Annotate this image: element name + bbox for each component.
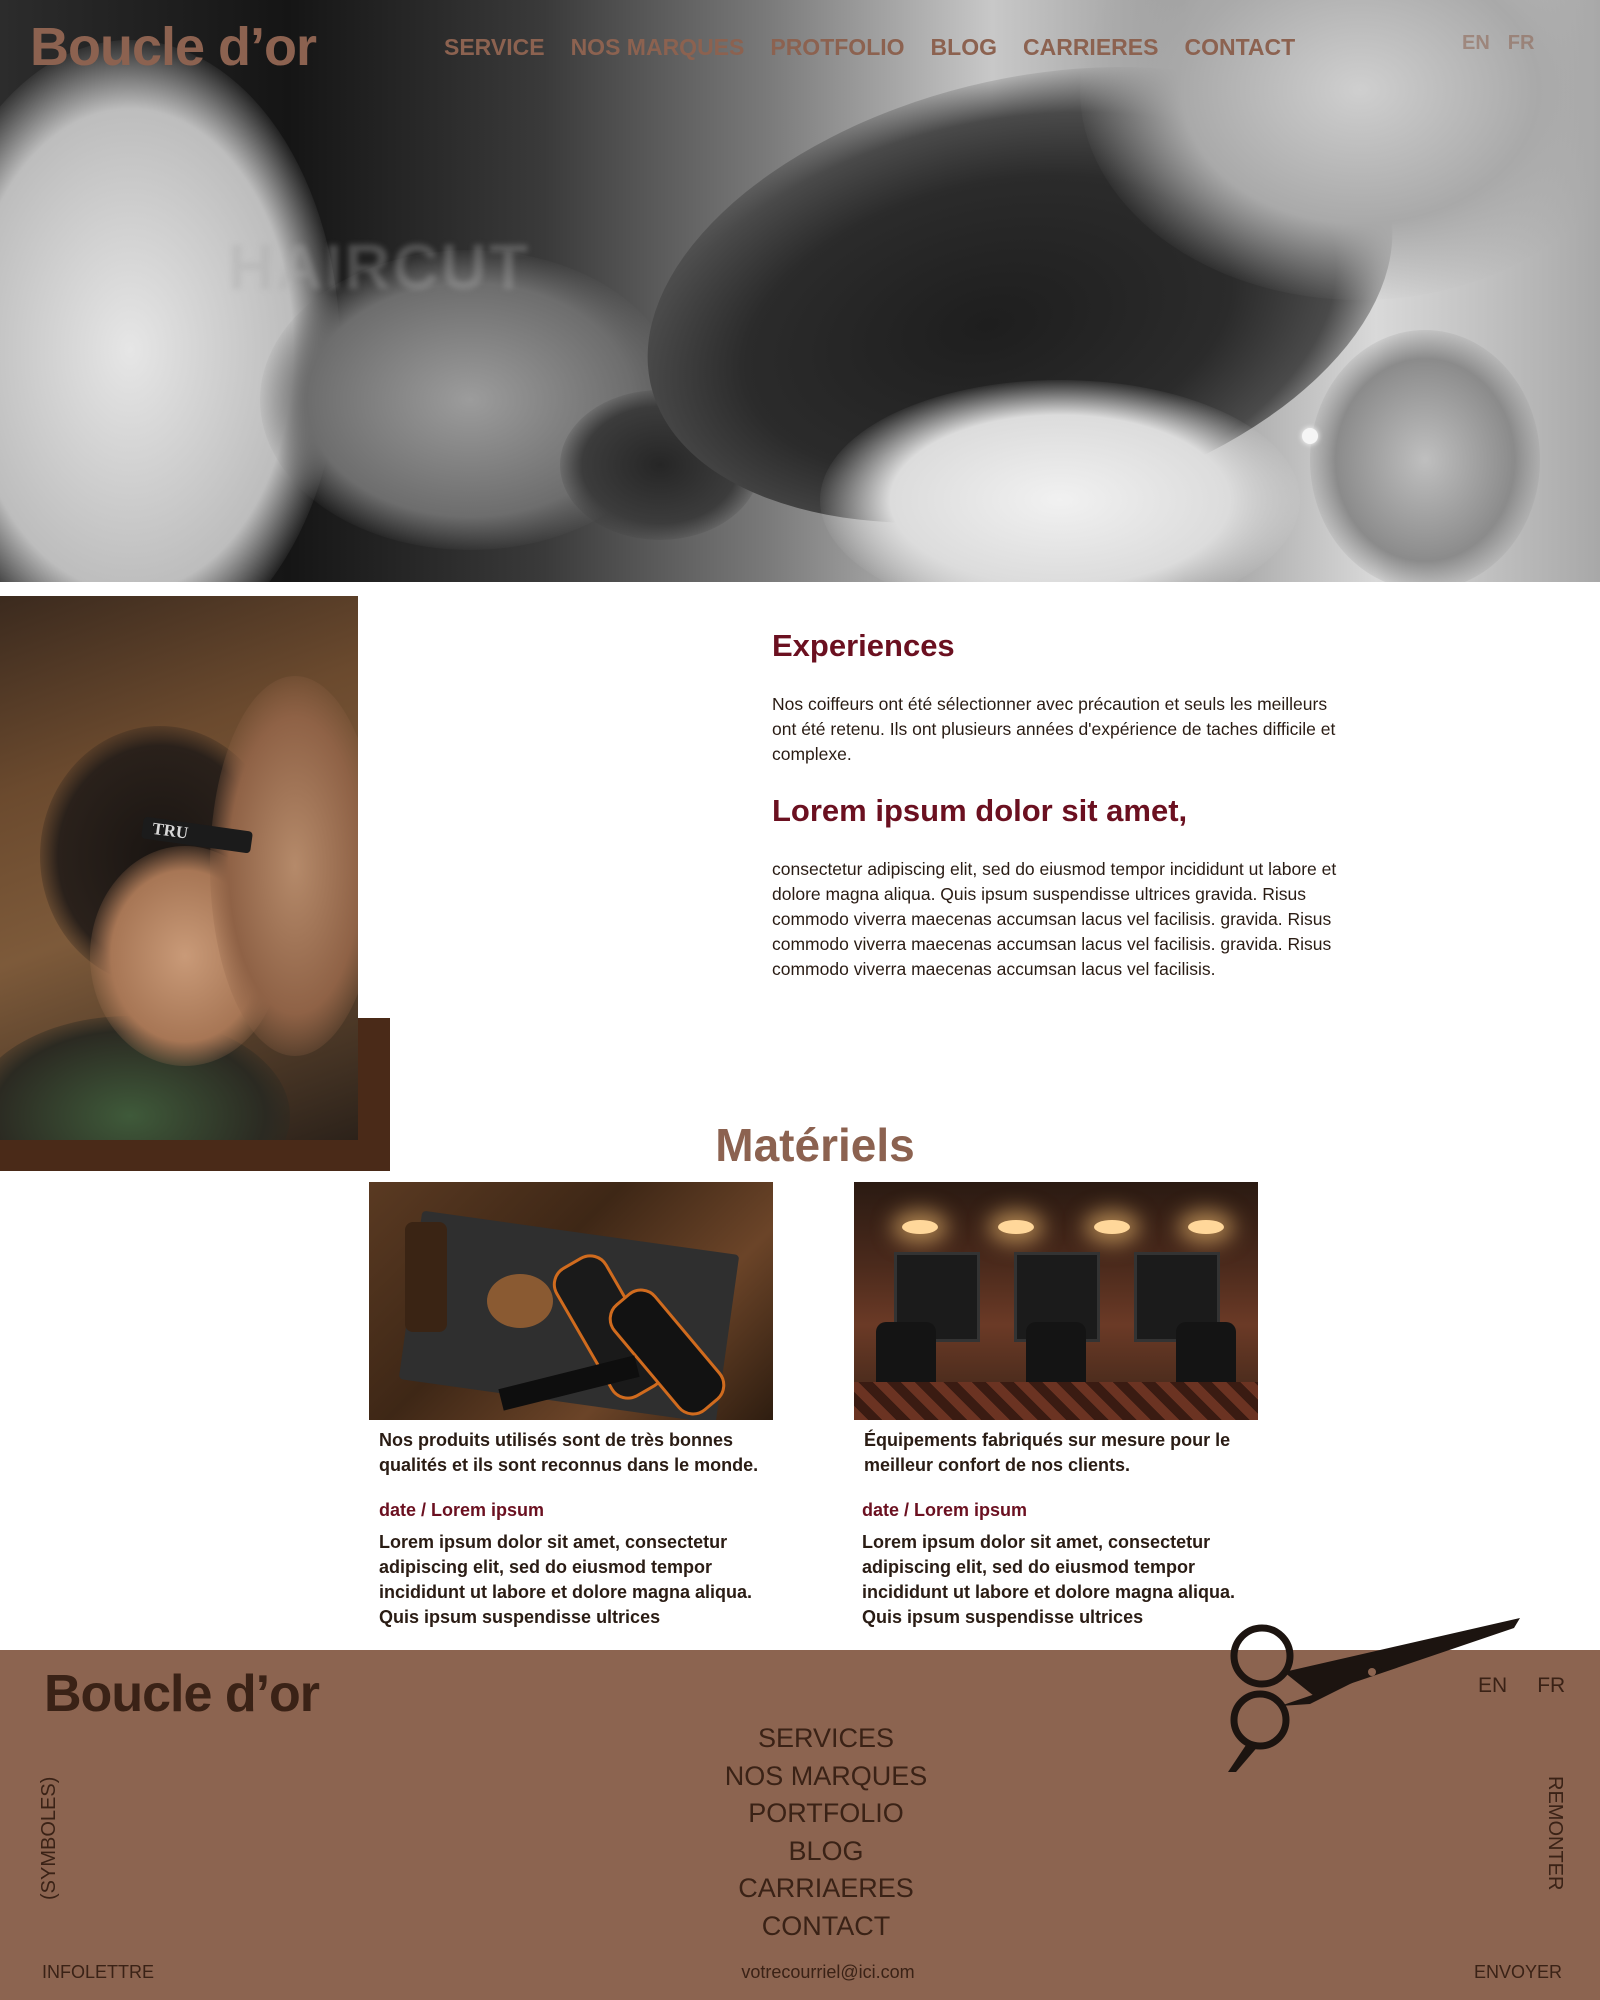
nav-item-nos-marques[interactable]: NOS MARQUES <box>571 34 745 61</box>
scissors-icon <box>1228 1618 1520 1772</box>
materiels-title: Matériels <box>715 1119 915 1171</box>
photo-lamp <box>1188 1220 1224 1234</box>
nav-item-contact[interactable]: CONTACT <box>1184 34 1295 61</box>
photo-pomade-jar <box>487 1274 553 1328</box>
photo-floor <box>854 1382 1258 1420</box>
footer-nav-blog[interactable]: BLOG <box>0 1833 1600 1871</box>
card-products-intro: Nos produits utilisés sont de très bonne… <box>379 1430 759 1475</box>
photo-lamp <box>998 1220 1034 1234</box>
hero-ear <box>1310 330 1540 582</box>
footer-nav-portfolio[interactable]: PORTFOLIO <box>0 1795 1600 1833</box>
card-products-date[interactable]: date / Lorem ipsum <box>379 1500 544 1521</box>
nav-item-carrieres[interactable]: CARRIERES <box>1023 34 1158 61</box>
card-equipment-intro: Équipements fabriqués sur mesure pour le… <box>864 1430 1231 1475</box>
newsletter-email-field[interactable]: votrecourriel@ici.com <box>0 1962 1600 1983</box>
card-products-body: Lorem ipsum dolor sit amet, consectetur … <box>379 1532 753 1627</box>
experiences-subtitle: Lorem ipsum dolor sit amet, <box>772 793 1188 828</box>
nav-item-blog[interactable]: BLOG <box>931 34 997 61</box>
card-equipment-body: Lorem ipsum dolor sit amet, consectetur … <box>862 1532 1236 1627</box>
hero-shirt <box>0 40 340 582</box>
footer-nav-carrieres[interactable]: CARRIAERES <box>0 1870 1600 1908</box>
photo-bottle <box>405 1222 447 1332</box>
symbols-label: (SYMBOLES) <box>38 1776 60 1900</box>
photo-lamp <box>1094 1220 1130 1234</box>
header-logo[interactable]: Boucle d’or <box>30 16 317 78</box>
hero-banner: HAIRCUT <box>0 0 1600 582</box>
nav-item-portfolio[interactable]: PROTFOLIO <box>770 34 904 61</box>
footer-nav-contact[interactable]: CONTACT <box>0 1908 1600 1946</box>
newsletter-send-button[interactable]: ENVOYER <box>1474 1962 1562 1983</box>
header-nav: SERVICE NOS MARQUES PROTFOLIO BLOG CARRI… <box>444 34 1295 61</box>
barber-photo: TRU <box>0 596 358 1140</box>
barbershop-photo <box>854 1182 1258 1420</box>
footer-lang-fr[interactable]: FR <box>1537 1674 1565 1698</box>
lang-fr[interactable]: FR <box>1508 32 1535 55</box>
back-to-top-link[interactable]: REMONTER <box>1543 1776 1566 1890</box>
card-equipment-date[interactable]: date / Lorem ipsum <box>862 1500 1027 1521</box>
experiences-body: consectetur adipiscing elit, sed do eius… <box>772 859 1337 979</box>
lang-en[interactable]: EN <box>1462 32 1490 55</box>
header-language-switch: EN FR <box>1462 32 1534 55</box>
tools-photo <box>369 1182 773 1420</box>
hero-earring <box>1302 428 1318 444</box>
experiences-title: Experiences <box>772 628 955 663</box>
nav-item-service[interactable]: SERVICE <box>444 34 545 61</box>
footer-logo[interactable]: Boucle d’or <box>44 1664 320 1724</box>
experiences-text: Nos coiffeurs ont été sélectionner avec … <box>772 694 1336 764</box>
hero-background-sign: HAIRCUT <box>228 231 530 303</box>
photo-lamp <box>902 1220 938 1234</box>
